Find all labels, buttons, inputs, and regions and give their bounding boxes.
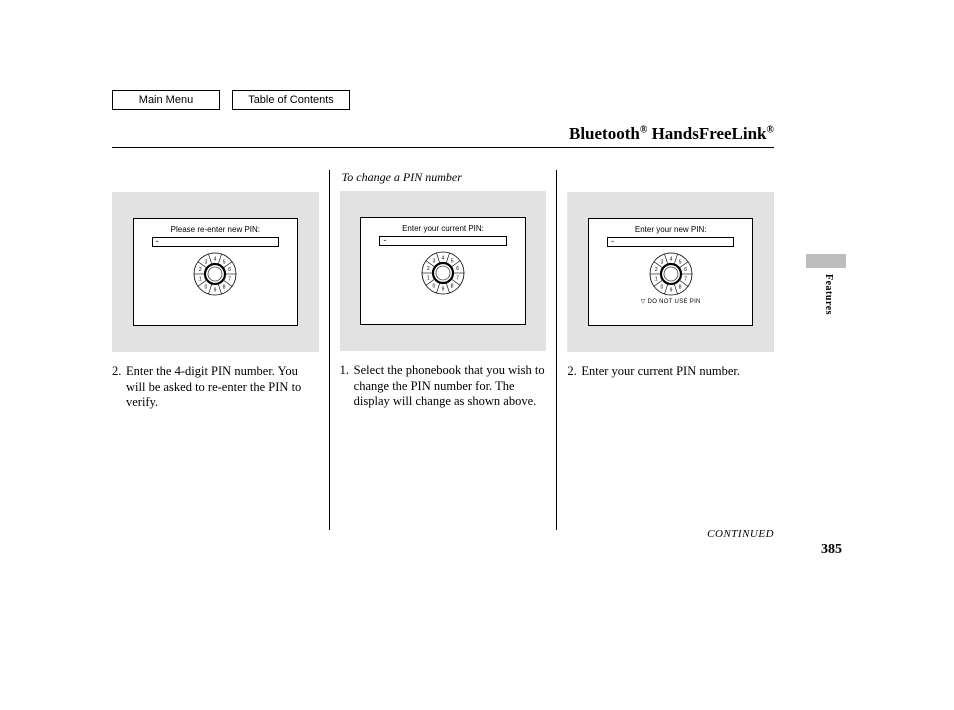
side-tab (806, 254, 846, 268)
column-2: To change a PIN number Enter your curren… (329, 170, 557, 530)
svg-text:0: 0 (660, 284, 663, 290)
manual-page: Main Menu Table of Contents Bluetooth ® H… (112, 90, 774, 530)
screen-inner: Enter your current PIN: 456 78901 23 (360, 217, 525, 326)
step: 1. Select the phonebook that you wish to… (340, 363, 547, 410)
screen-note: ▽ DO NOT USE PIN (641, 298, 701, 305)
pin-field (607, 237, 734, 247)
svg-text:7: 7 (684, 276, 687, 282)
svg-text:4: 4 (214, 256, 217, 262)
svg-text:5: 5 (451, 258, 454, 264)
svg-text:0: 0 (205, 284, 208, 290)
title-mid: HandsFreeLink (647, 124, 766, 143)
step-number: 1. (340, 363, 354, 410)
content-columns: Please re-enter new PIN: 4567890123 (112, 170, 774, 530)
main-menu-button[interactable]: Main Menu (112, 90, 220, 110)
column-1: Please re-enter new PIN: 456 78901 23 (112, 170, 329, 530)
svg-text:2: 2 (655, 267, 658, 273)
screen-prompt-label: Please re-enter new PIN: (171, 225, 260, 234)
title-row: Bluetooth® HandsFreeLink® (112, 124, 774, 148)
page-number: 385 (821, 542, 842, 558)
dial-icon: 456 78901 23 (648, 251, 694, 297)
section-heading: To change a PIN number (340, 170, 547, 185)
svg-text:9: 9 (669, 287, 672, 293)
step-number: 2. (112, 364, 126, 411)
svg-text:8: 8 (678, 284, 681, 290)
svg-text:5: 5 (678, 259, 681, 265)
page-title: Bluetooth® HandsFreeLink® (569, 124, 774, 144)
column-3: Enter your new PIN: 456 78901 23 (556, 170, 774, 530)
dial-icon: 456 78901 23 (420, 250, 466, 296)
svg-text:3: 3 (433, 258, 436, 264)
step-text: Select the phonebook that you wish to ch… (354, 363, 547, 410)
svg-text:9: 9 (442, 286, 445, 292)
svg-text:3: 3 (205, 259, 208, 265)
svg-text:1: 1 (199, 276, 202, 282)
nav-buttons: Main Menu Table of Contents (112, 90, 774, 110)
screen-figure: Please re-enter new PIN: 456 78901 23 (112, 192, 319, 352)
reg-mark-icon: ® (767, 124, 774, 135)
step-text: Enter the 4-digit PIN number. You will b… (126, 364, 319, 411)
svg-text:4: 4 (669, 256, 672, 262)
pin-field (379, 236, 506, 246)
title-pre: Bluetooth (569, 124, 640, 143)
svg-text:2: 2 (427, 266, 430, 272)
svg-text:0: 0 (433, 283, 436, 289)
svg-text:6: 6 (684, 267, 687, 273)
svg-text:8: 8 (223, 284, 226, 290)
svg-text:7: 7 (229, 276, 232, 282)
pin-field (152, 237, 279, 247)
svg-text:6: 6 (456, 266, 459, 272)
screen-figure: Enter your new PIN: 456 78901 23 (567, 192, 774, 352)
svg-text:2: 2 (199, 267, 202, 273)
step-text: Enter your current PIN number. (581, 364, 774, 380)
table-of-contents-button[interactable]: Table of Contents (232, 90, 350, 110)
svg-text:8: 8 (451, 283, 454, 289)
svg-text:5: 5 (223, 259, 226, 265)
screen-prompt-label: Enter your new PIN: (635, 225, 707, 234)
svg-text:6: 6 (229, 267, 232, 273)
screen-figure: Enter your current PIN: 456 78901 23 (340, 191, 547, 351)
screen-inner: Enter your new PIN: 456 78901 23 (588, 218, 753, 327)
screen-prompt-label: Enter your current PIN: (402, 224, 484, 233)
svg-text:3: 3 (660, 259, 663, 265)
svg-text:1: 1 (427, 275, 430, 281)
svg-text:9: 9 (214, 287, 217, 293)
side-section-label: Features (823, 274, 834, 315)
continued-label: CONTINUED (707, 528, 774, 540)
dial-icon: 456 78901 23 (192, 251, 238, 297)
screen-inner: Please re-enter new PIN: 456 78901 23 (133, 218, 298, 327)
svg-text:7: 7 (456, 275, 459, 281)
svg-text:1: 1 (655, 276, 658, 282)
svg-text:4: 4 (442, 255, 445, 261)
step: 2. Enter your current PIN number. (567, 364, 774, 380)
step: 2. Enter the 4-digit PIN number. You wil… (112, 364, 319, 411)
step-number: 2. (567, 364, 581, 380)
